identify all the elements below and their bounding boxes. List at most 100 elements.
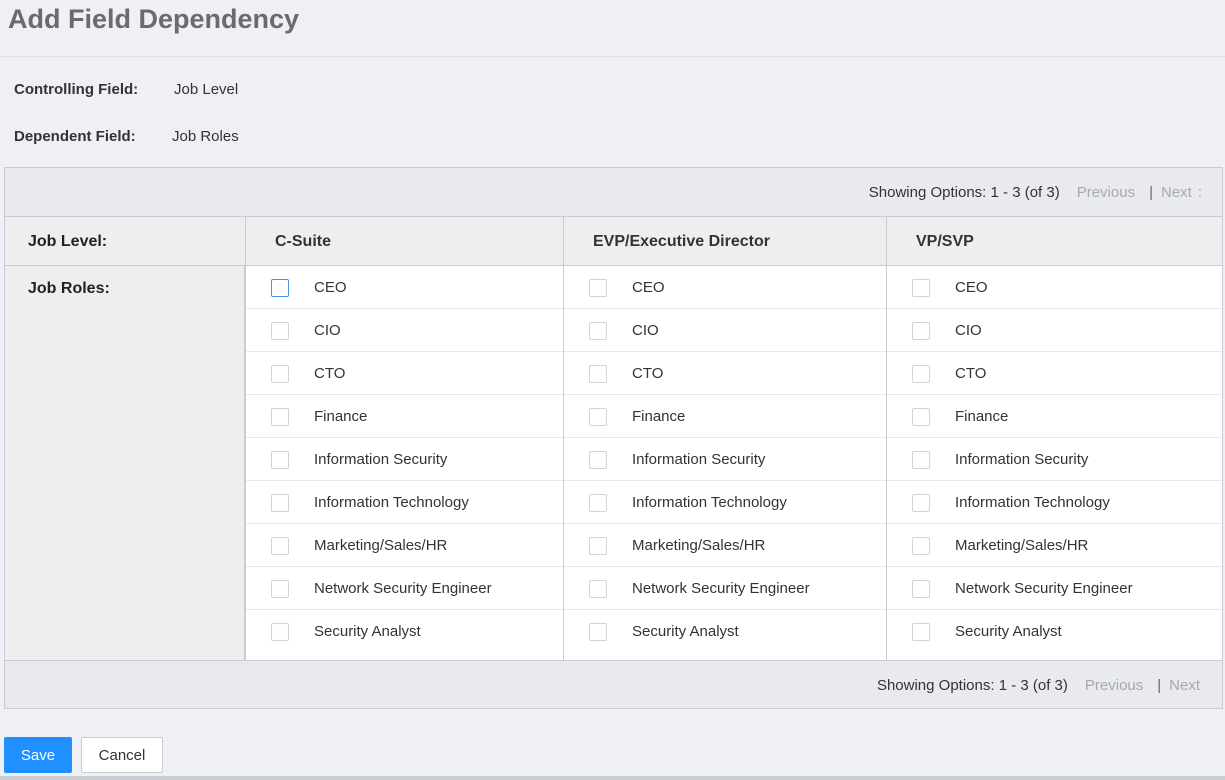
option-row[interactable]: Network Security Engineer xyxy=(246,567,563,610)
option-checkbox[interactable] xyxy=(271,322,289,340)
option-row[interactable]: Security Analyst xyxy=(887,610,1222,653)
row-header-job-level: Job Level: xyxy=(28,233,108,250)
column-header: VP/SVP xyxy=(886,217,1222,266)
option-label: Information Security xyxy=(955,451,1089,468)
option-row[interactable]: CIO xyxy=(887,309,1222,352)
option-checkbox[interactable] xyxy=(271,365,289,383)
option-row[interactable]: CTO xyxy=(564,352,886,395)
option-label: Marketing/Sales/HR xyxy=(955,537,1089,554)
option-row[interactable]: Information Security xyxy=(246,438,563,481)
option-label: Information Security xyxy=(632,451,766,468)
option-label: Security Analyst xyxy=(955,623,1062,640)
option-checkbox[interactable] xyxy=(271,537,289,555)
row-header-job-roles: Job Roles: xyxy=(28,280,110,297)
option-row[interactable]: CEO xyxy=(564,266,886,309)
option-row[interactable]: CIO xyxy=(564,309,886,352)
page-title: Add Field Dependency xyxy=(8,4,300,34)
option-row[interactable]: Security Analyst xyxy=(564,610,886,653)
option-row[interactable]: Finance xyxy=(246,395,563,438)
option-row[interactable]: Information Technology xyxy=(887,481,1222,524)
option-label: Information Security xyxy=(314,451,448,468)
option-row[interactable]: Finance xyxy=(564,395,886,438)
option-row[interactable]: Security Analyst xyxy=(246,610,563,653)
option-checkbox[interactable] xyxy=(912,322,930,340)
option-label: Information Technology xyxy=(955,494,1110,511)
pager-bottom: Showing Options: 1 - 3 (of 3) Previous |… xyxy=(877,661,1200,709)
option-row[interactable]: Marketing/Sales/HR xyxy=(887,524,1222,567)
option-row[interactable]: CEO xyxy=(246,266,563,309)
option-checkbox[interactable] xyxy=(589,279,607,297)
option-checkbox[interactable] xyxy=(271,408,289,426)
cancel-button[interactable]: Cancel xyxy=(81,737,163,773)
option-label: Marketing/Sales/HR xyxy=(632,537,766,554)
option-row[interactable]: Finance xyxy=(887,395,1222,438)
pager-bottom-next-link[interactable]: Next xyxy=(1169,677,1200,694)
option-checkbox[interactable] xyxy=(271,623,289,641)
option-row[interactable]: Information Security xyxy=(564,438,886,481)
pager-top-previous-link[interactable]: Previous xyxy=(1077,184,1135,201)
option-label: Information Technology xyxy=(314,494,469,511)
option-label: CEO xyxy=(632,279,665,296)
option-checkbox[interactable] xyxy=(912,537,930,555)
column-options: CEO CIO CTO Finance Information Security Info… xyxy=(886,266,1222,660)
option-checkbox[interactable] xyxy=(589,451,607,469)
controlling-field-label: Controlling Field: xyxy=(14,81,139,98)
option-checkbox[interactable] xyxy=(912,580,930,598)
option-checkbox[interactable] xyxy=(912,451,930,469)
option-label: Network Security Engineer xyxy=(955,580,1133,597)
controlling-field-value: Job Level xyxy=(174,81,239,98)
option-row[interactable]: Marketing/Sales/HR xyxy=(564,524,886,567)
option-checkbox[interactable] xyxy=(271,580,289,598)
dependency-matrix-panel: Showing Options: 1 - 3 (of 3) Previous |… xyxy=(4,167,1223,709)
option-label: CTO xyxy=(314,365,346,382)
option-checkbox[interactable] xyxy=(912,365,930,383)
option-checkbox[interactable] xyxy=(589,365,607,383)
option-checkbox[interactable] xyxy=(912,279,930,297)
option-checkbox[interactable] xyxy=(912,494,930,512)
option-label: Network Security Engineer xyxy=(632,580,810,597)
option-row[interactable]: CTO xyxy=(887,352,1222,395)
option-row[interactable]: Information Technology xyxy=(246,481,563,524)
option-row[interactable]: Information Security xyxy=(887,438,1222,481)
option-checkbox[interactable] xyxy=(589,408,607,426)
option-label: CTO xyxy=(632,365,664,382)
column-header: C-Suite xyxy=(245,217,563,266)
option-row[interactable]: Network Security Engineer xyxy=(564,567,886,610)
column-options: CEO CIO CTO Finance Information Security Info… xyxy=(563,266,886,660)
option-label: Information Technology xyxy=(632,494,787,511)
option-label: CEO xyxy=(314,279,347,296)
option-checkbox[interactable] xyxy=(912,408,930,426)
option-checkbox[interactable] xyxy=(589,580,607,598)
option-row[interactable]: CIO xyxy=(246,309,563,352)
pager-bottom-status: Showing Options: 1 - 3 (of 3) xyxy=(876,676,1068,694)
option-row[interactable]: CTO xyxy=(246,352,563,395)
pager-bottom-previous-link[interactable]: Previous xyxy=(1085,677,1143,694)
option-row[interactable]: CEO xyxy=(887,266,1222,309)
bottom-divider xyxy=(0,776,1225,780)
option-label: Security Analyst xyxy=(314,623,421,640)
option-checkbox[interactable] xyxy=(589,537,607,555)
option-checkbox[interactable] xyxy=(589,623,607,641)
option-label: CTO xyxy=(955,365,987,382)
option-label: Finance xyxy=(632,408,686,425)
option-checkbox[interactable] xyxy=(271,279,289,297)
option-row[interactable]: Network Security Engineer xyxy=(887,567,1222,610)
option-checkbox[interactable] xyxy=(912,623,930,641)
dependency-grid: Job Level: Job Roles: C-Suite CEO CIO CTO Fi… xyxy=(5,216,1222,661)
option-label: Finance xyxy=(955,408,1009,425)
option-label: Finance xyxy=(314,408,368,425)
option-row[interactable]: Information Technology xyxy=(564,481,886,524)
column-options: CEO CIO CTO Finance Information Security Info… xyxy=(245,266,563,660)
option-label: CIO xyxy=(314,322,341,339)
option-checkbox[interactable] xyxy=(271,494,289,512)
option-checkbox[interactable] xyxy=(589,494,607,512)
pager-top-separator: | xyxy=(1149,183,1153,201)
option-label: CIO xyxy=(955,322,982,339)
option-label: CEO xyxy=(955,279,988,296)
save-button[interactable]: Save xyxy=(4,737,72,773)
option-checkbox[interactable] xyxy=(271,451,289,469)
option-row[interactable]: Marketing/Sales/HR xyxy=(246,524,563,567)
pager-top-trailing: : xyxy=(1197,183,1202,201)
option-checkbox[interactable] xyxy=(589,322,607,340)
pager-top-next-link[interactable]: Next xyxy=(1161,184,1192,201)
